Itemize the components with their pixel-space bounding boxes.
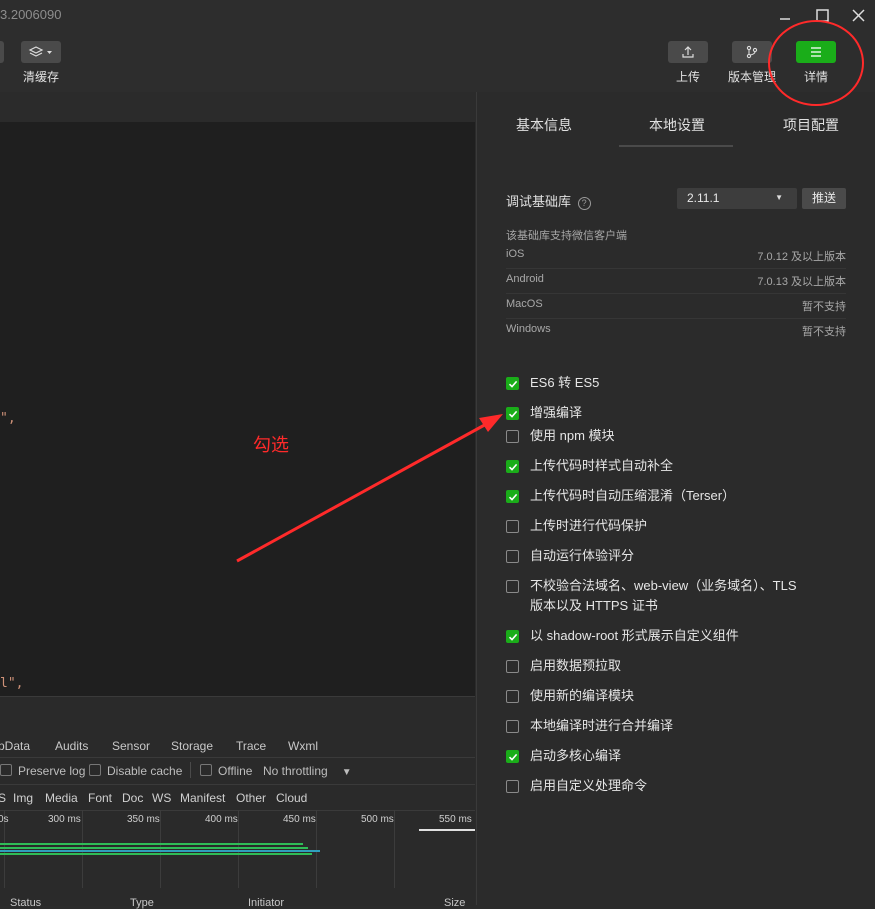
arrow-head bbox=[479, 414, 503, 432]
annotation-arrow bbox=[236, 420, 491, 563]
annotation-circle bbox=[768, 20, 864, 106]
annotation-overlay bbox=[236, 20, 864, 563]
